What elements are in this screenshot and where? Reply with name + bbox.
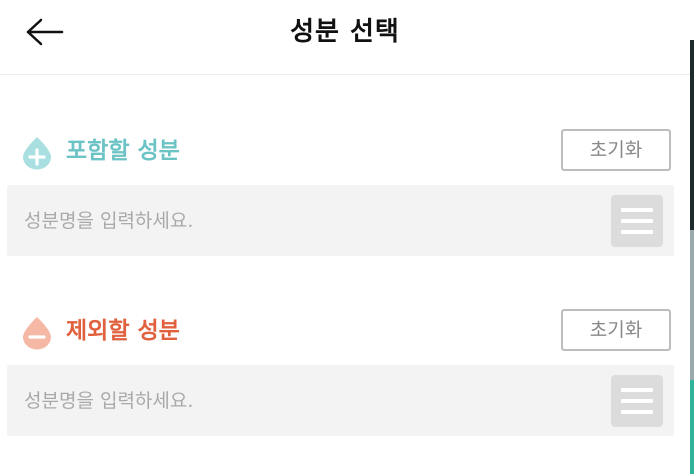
window-edge bbox=[690, 0, 694, 474]
exclude-section: 제외할 성분 초기화 bbox=[0, 308, 690, 436]
include-section-header: 포함할 성분 초기화 bbox=[0, 128, 690, 174]
include-label: 포함할 성분 bbox=[66, 138, 180, 164]
include-search-input[interactable] bbox=[24, 185, 584, 256]
include-list-button[interactable] bbox=[611, 195, 663, 247]
plus-drop-icon bbox=[23, 137, 51, 170]
include-reset-button[interactable]: 초기화 bbox=[561, 129, 671, 171]
exclude-reset-button[interactable]: 초기화 bbox=[561, 309, 671, 351]
include-section: 포함할 성분 초기화 bbox=[0, 128, 690, 256]
minus-drop-icon bbox=[23, 317, 51, 350]
exclude-section-header: 제외할 성분 초기화 bbox=[0, 308, 690, 354]
exclude-search-input[interactable] bbox=[24, 365, 584, 436]
page-title: 성분 선택 bbox=[290, 17, 400, 47]
header-bar: 성분 선택 bbox=[0, 0, 690, 75]
ingredient-select-screen: 성분 선택 포함할 성분 초기화 성분명을 입력하세요. 제외할 성분 초기화 … bbox=[0, 0, 694, 474]
exclude-search-box bbox=[7, 365, 674, 436]
exclude-list-button[interactable] bbox=[611, 375, 663, 427]
exclude-label: 제외할 성분 bbox=[66, 318, 180, 344]
include-search-box bbox=[7, 185, 674, 256]
